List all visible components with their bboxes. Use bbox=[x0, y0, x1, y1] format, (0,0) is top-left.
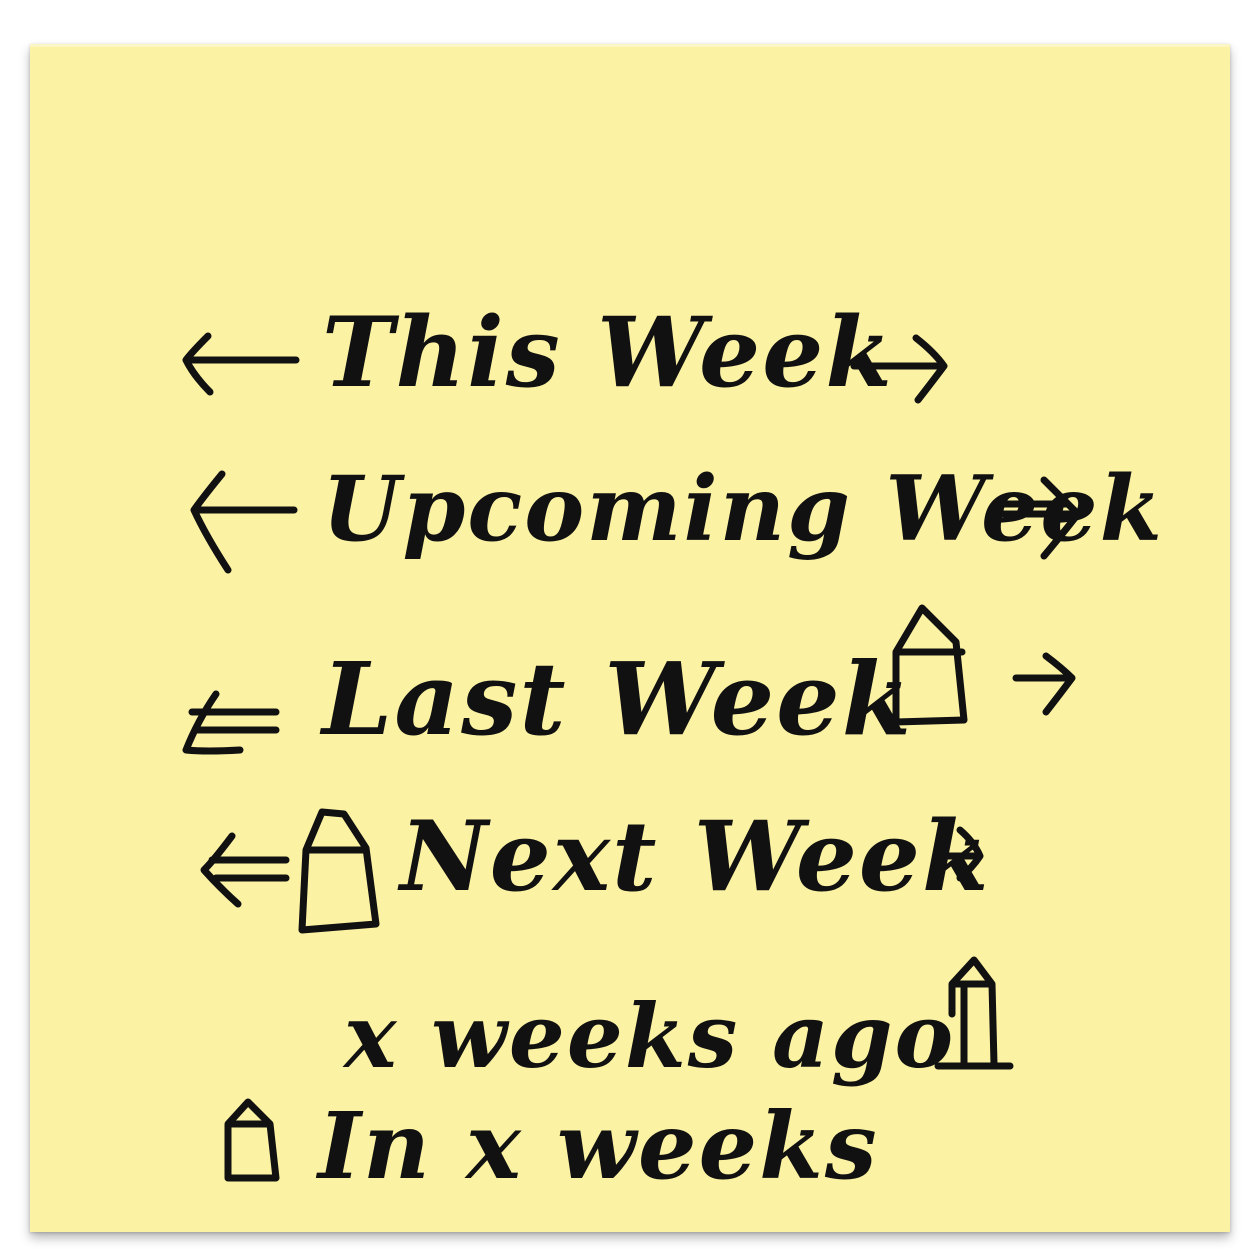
house-icon bbox=[892, 604, 968, 726]
line-in-x-weeks: In x weeks bbox=[318, 1092, 879, 1200]
canvas: This Week Upcoming Week Last Week Next W… bbox=[0, 0, 1260, 1260]
house-icon bbox=[298, 808, 380, 934]
arrow-right-icon bbox=[932, 826, 984, 882]
arrow-right-icon bbox=[1000, 476, 1082, 560]
line-x-weeks-ago: x weeks ago bbox=[344, 984, 956, 1088]
arrow-left-icon bbox=[200, 832, 290, 908]
arrow-left-icon bbox=[182, 332, 300, 396]
line-last-week: Last Week bbox=[322, 640, 914, 758]
house-icon bbox=[934, 956, 1014, 1070]
line-next-week: Next Week bbox=[400, 800, 991, 913]
arrow-left-icon bbox=[182, 690, 280, 755]
line-this-week: This Week bbox=[322, 296, 894, 409]
arrow-right-icon bbox=[850, 334, 948, 404]
arrow-right-icon bbox=[1012, 652, 1076, 716]
house-icon bbox=[224, 1098, 280, 1182]
arrow-left-icon bbox=[190, 470, 298, 574]
